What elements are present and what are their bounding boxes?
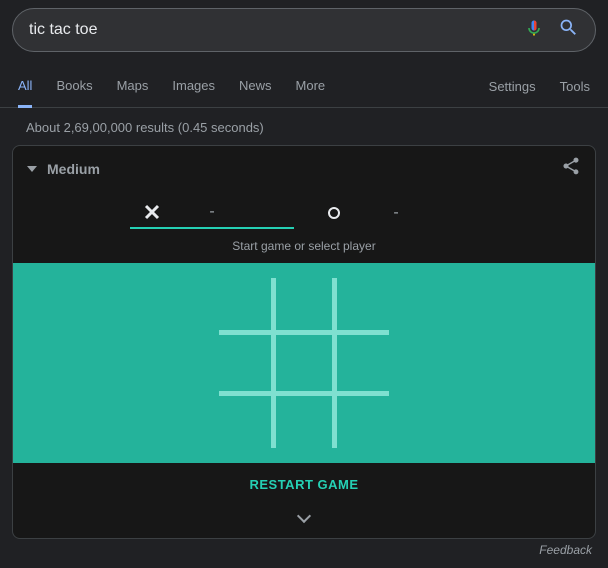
- chevron-down-icon[interactable]: [27, 166, 37, 172]
- o-icon: [328, 207, 340, 219]
- search-input[interactable]: [29, 21, 524, 39]
- tab-tools[interactable]: Tools: [560, 67, 590, 106]
- game-board: [214, 273, 394, 453]
- cell-0-2[interactable]: [337, 273, 394, 330]
- game-card: Medium - - Start game or select player: [12, 145, 596, 539]
- cell-2-1[interactable]: [276, 396, 333, 453]
- tab-news[interactable]: News: [239, 66, 272, 107]
- tab-all[interactable]: All: [18, 66, 32, 108]
- cell-1-0[interactable]: [214, 335, 271, 392]
- score-row: - -: [13, 191, 595, 231]
- x-icon: [144, 204, 160, 220]
- chevron-down-icon: [297, 509, 311, 523]
- cell-1-2[interactable]: [337, 335, 394, 392]
- feedback-link[interactable]: Feedback: [0, 539, 608, 557]
- tab-more[interactable]: More: [296, 66, 326, 107]
- cell-2-0[interactable]: [214, 396, 271, 453]
- expand-button[interactable]: [13, 502, 595, 538]
- difficulty-selector[interactable]: Medium: [47, 161, 100, 177]
- search-bar: [12, 8, 596, 52]
- cell-0-0[interactable]: [214, 273, 271, 330]
- cell-2-2[interactable]: [337, 396, 394, 453]
- tab-images[interactable]: Images: [172, 66, 215, 107]
- card-header: Medium: [13, 146, 595, 191]
- results-info: About 2,69,00,000 results (0.45 seconds): [0, 108, 608, 145]
- tab-maps[interactable]: Maps: [117, 66, 149, 107]
- search-icon[interactable]: [558, 17, 579, 43]
- board-area: [13, 263, 595, 463]
- game-hint: Start game or select player: [13, 231, 595, 263]
- restart-button[interactable]: RESTART GAME: [13, 463, 595, 502]
- cell-1-1[interactable]: [276, 335, 333, 392]
- tabs: All Books Maps Images News More Settings…: [0, 66, 608, 108]
- tab-settings[interactable]: Settings: [489, 67, 536, 106]
- search-actions: [524, 17, 587, 43]
- mic-icon[interactable]: [524, 18, 544, 43]
- player-o-selector[interactable]: -: [314, 197, 478, 229]
- share-icon[interactable]: [561, 156, 581, 181]
- cell-0-1[interactable]: [276, 273, 333, 330]
- tab-books[interactable]: Books: [56, 66, 92, 107]
- player-x-selector[interactable]: -: [130, 197, 294, 229]
